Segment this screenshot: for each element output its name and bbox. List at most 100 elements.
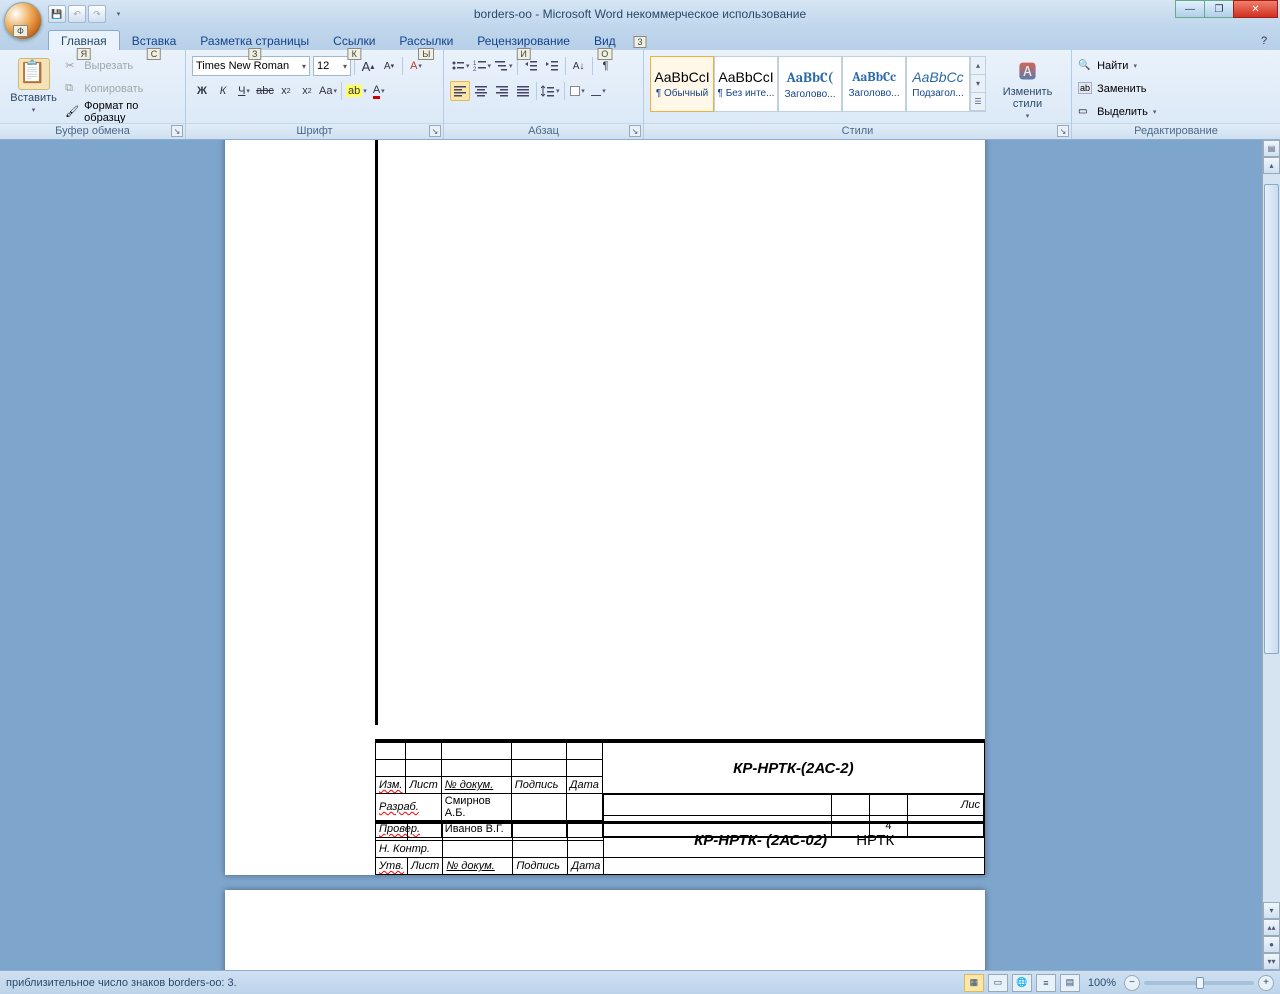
- view-draft[interactable]: ▤: [1060, 974, 1080, 992]
- view-outline[interactable]: ≡: [1036, 974, 1056, 992]
- dialog-launcher[interactable]: ↘: [629, 125, 641, 137]
- sort-button[interactable]: A↓: [569, 56, 589, 76]
- shading-button[interactable]: [568, 81, 588, 101]
- qat-customize[interactable]: [108, 4, 128, 24]
- scroll-thumb[interactable]: [1264, 184, 1279, 654]
- dialog-launcher[interactable]: ↘: [1057, 125, 1069, 137]
- multilevel-list-button[interactable]: [493, 56, 514, 76]
- styles-gallery-scroll[interactable]: ▴▾☰: [970, 56, 986, 112]
- view-print-layout[interactable]: ▦: [964, 974, 984, 992]
- tab-view[interactable]: ВидО: [582, 31, 628, 50]
- align-center-button[interactable]: [471, 81, 491, 101]
- keytip: З: [248, 48, 261, 60]
- scroll-up-button[interactable]: ▴: [1263, 157, 1280, 174]
- find-button[interactable]: Найти ▾: [1078, 55, 1137, 77]
- keytip: О: [597, 48, 612, 60]
- copy-button[interactable]: Копировать: [65, 78, 179, 100]
- strikethrough-button[interactable]: abc: [255, 81, 275, 101]
- qat-save[interactable]: 💾1: [48, 5, 66, 23]
- change-case-button[interactable]: Aa: [318, 81, 338, 101]
- replace-button[interactable]: Заменить: [1078, 78, 1147, 100]
- brush-icon: [65, 105, 79, 119]
- view-full-screen[interactable]: ▭: [988, 974, 1008, 992]
- justify-icon: [516, 84, 530, 98]
- line-spacing-button[interactable]: [540, 81, 561, 101]
- font-color-button[interactable]: A: [369, 81, 389, 101]
- increase-indent-button[interactable]: [542, 56, 562, 76]
- keytip: Я: [77, 48, 92, 60]
- close-button[interactable]: ✕: [1233, 0, 1278, 18]
- keytip: И: [516, 48, 530, 60]
- zoom-out-button[interactable]: −: [1124, 975, 1140, 991]
- format-painter-button[interactable]: Формат по образцу: [65, 101, 179, 123]
- tab-home[interactable]: ГлавнаяЯ: [48, 30, 120, 50]
- style-preview: AaBbCc: [912, 69, 963, 85]
- align-right-button[interactable]: [492, 81, 512, 101]
- ruler-toggle[interactable]: ▤: [1263, 140, 1280, 157]
- browse-prev-button[interactable]: ▴▴: [1263, 919, 1280, 936]
- bold-button[interactable]: Ж: [192, 81, 212, 101]
- scroll-down-button[interactable]: ▾: [1263, 902, 1280, 919]
- bullets-button[interactable]: [450, 56, 471, 76]
- group-label: Абзац↘: [444, 123, 643, 139]
- subscript-button[interactable]: x2: [276, 81, 296, 101]
- org-name: НРТК: [856, 832, 894, 849]
- vertical-scrollbar[interactable]: ▤ ▴ ▾ ▴▴ ● ▾▾: [1262, 140, 1280, 970]
- browse-next-button[interactable]: ▾▾: [1263, 953, 1280, 970]
- justify-button[interactable]: [513, 81, 533, 101]
- view-web-layout[interactable]: 🌐: [1012, 974, 1032, 992]
- zoom-level[interactable]: 100%: [1088, 977, 1116, 989]
- scroll-track[interactable]: [1263, 174, 1280, 902]
- superscript-button[interactable]: x2: [297, 81, 317, 101]
- tab-page-layout[interactable]: Разметка страницыЗ: [188, 31, 321, 50]
- group-styles: AaBbCcI¶ Обычный AaBbCcI¶ Без инте... Aa…: [644, 50, 1072, 139]
- style-name: ¶ Без инте...: [718, 88, 775, 99]
- frame-border: [375, 140, 378, 725]
- dialog-launcher[interactable]: ↘: [171, 125, 183, 137]
- select-button[interactable]: Выделить ▾: [1078, 101, 1156, 123]
- bullets-icon: [451, 59, 465, 73]
- keytip: К: [348, 48, 361, 60]
- style-heading1[interactable]: AaBbC(Заголово...: [778, 56, 842, 112]
- qat-redo[interactable]: ↷3: [88, 5, 106, 23]
- tab-insert[interactable]: ВставкаС: [120, 31, 189, 50]
- style-heading2[interactable]: AaBbCcЗаголово...: [842, 56, 906, 112]
- qat-undo[interactable]: ↶2: [68, 5, 86, 23]
- zoom-thumb[interactable]: [1196, 977, 1204, 989]
- zoom-in-button[interactable]: +: [1258, 975, 1274, 991]
- style-normal[interactable]: AaBbCcI¶ Обычный: [650, 56, 714, 112]
- page-2[interactable]: [225, 890, 985, 970]
- style-no-spacing[interactable]: AaBbCcI¶ Без инте...: [714, 56, 778, 112]
- paste-button[interactable]: Вставить ▾: [6, 53, 61, 119]
- italic-button[interactable]: К: [213, 81, 233, 101]
- keytip: 3: [633, 36, 646, 48]
- numbering-button[interactable]: 12: [472, 56, 493, 76]
- style-name: Заголово...: [849, 88, 900, 99]
- style-subtitle[interactable]: AaBbCcПодзагол...: [906, 56, 970, 112]
- tab-mailings[interactable]: РассылкиЫ: [387, 31, 465, 50]
- align-left-button[interactable]: [450, 81, 470, 101]
- zoom-slider[interactable]: [1144, 981, 1254, 985]
- dialog-launcher[interactable]: ↘: [429, 125, 441, 137]
- tab-review[interactable]: РецензированиеИ: [465, 31, 582, 50]
- page-1[interactable]: КР-НРТК-(2АС-2) Изм. Лист № докум. Подпи…: [225, 140, 985, 875]
- role-razrab: Разраб.: [379, 801, 419, 813]
- document-canvas[interactable]: КР-НРТК-(2АС-2) Изм. Лист № докум. Подпи…: [0, 140, 1262, 970]
- highlight-button[interactable]: ab: [345, 81, 368, 101]
- minimize-button[interactable]: —: [1175, 0, 1205, 18]
- format-label: Формат по образцу: [84, 100, 179, 124]
- browse-object-button[interactable]: ●: [1263, 936, 1280, 953]
- shrink-font-button[interactable]: A▾: [379, 56, 399, 76]
- grow-font-button[interactable]: A▴: [358, 56, 378, 76]
- hdr-date2: Дата: [568, 858, 604, 875]
- borders-button[interactable]: [589, 81, 609, 101]
- underline-button[interactable]: Ч: [234, 81, 254, 101]
- group-paragraph: 12 A↓ ¶: [444, 50, 644, 139]
- tab-references[interactable]: СсылкиК: [321, 31, 387, 50]
- font-size-combo[interactable]: 12: [313, 56, 351, 76]
- maximize-button[interactable]: ❐: [1204, 0, 1234, 18]
- office-button[interactable]: Ф: [4, 2, 42, 40]
- help-button[interactable]: ?: [1254, 31, 1274, 51]
- change-styles-button[interactable]: Изменить стили ▾: [990, 56, 1065, 122]
- hdr-sign: Подпись: [511, 777, 566, 794]
